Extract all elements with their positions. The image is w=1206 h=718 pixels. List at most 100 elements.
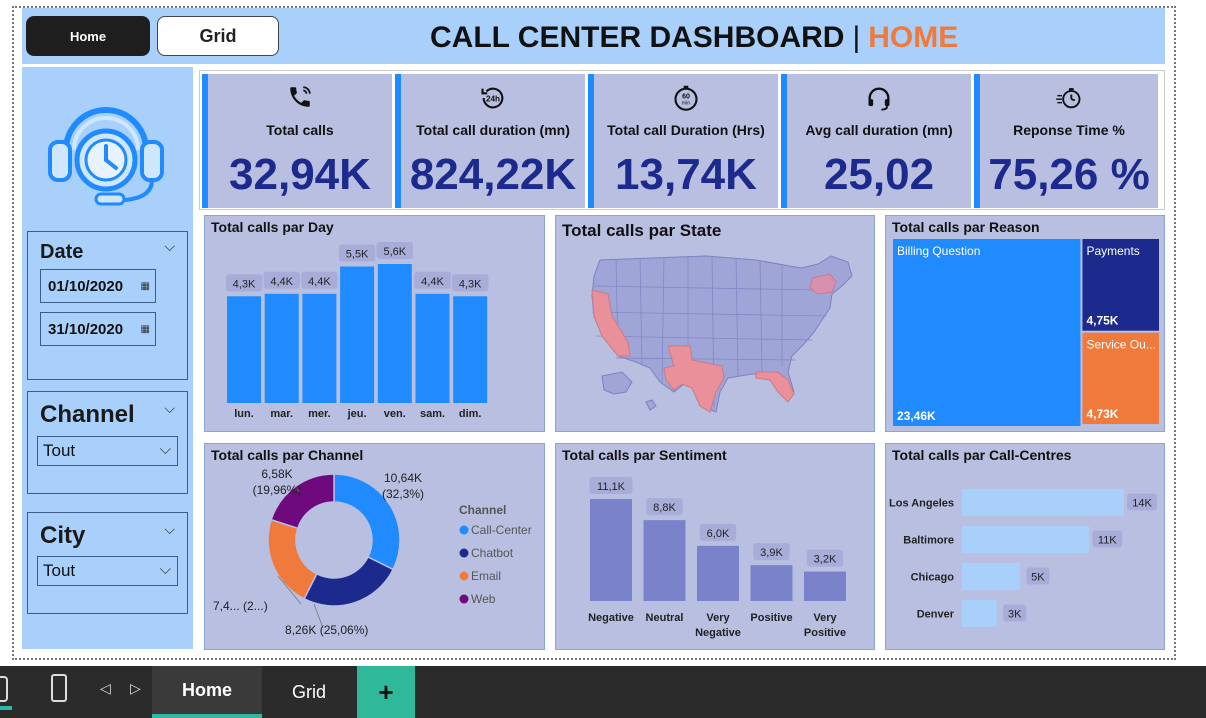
date-slicer: Date ⌵ 01/10/2020 ▦ 31/10/2020 ▦ [27, 231, 188, 380]
sentiment-tick-label: Very [706, 612, 730, 624]
donut-data-label: 6,58K [261, 467, 292, 481]
mobile-view-icon[interactable] [51, 674, 67, 702]
chevron-down-icon[interactable]: ⌵ [164, 400, 175, 417]
stopwatch-icon [980, 84, 1158, 118]
day-bar [340, 266, 375, 403]
tab-grid[interactable]: Grid [264, 666, 354, 718]
channel-dropdown-value: Tout [43, 441, 76, 460]
callcentre-tick-label: Denver [917, 609, 955, 621]
treemap-tile-name: Service Ou... [1086, 338, 1155, 352]
calls-by-channel-donut: 10,64K (32,3%) 8,26K (25,06%) 7,4... (2...)… [213, 467, 532, 637]
day-data-label: 5,6K [383, 246, 406, 258]
page-title: CALL CENTER DASHBOARD | HOME [430, 16, 958, 60]
headset-clock-logo-icon [44, 86, 169, 211]
legend-title: Channel [459, 503, 506, 517]
sentiment-data-label: 11,1K [597, 481, 626, 493]
sentiment-bar [643, 520, 686, 601]
chevron-right-icon[interactable]: ▷ [130, 680, 141, 697]
day-tick-label: ven. [384, 408, 406, 420]
donut-data-label: 8,26K (25,06%) [285, 623, 368, 637]
channel-dropdown[interactable]: Tout ⌵ [37, 436, 178, 466]
treemap-tile-value: 4,75K [1086, 314, 1118, 328]
city-slicer: City ⌵ Tout ⌵ [27, 512, 188, 614]
callcentre-tick-label: Baltimore [903, 535, 954, 547]
24h-clock-icon: 24h [401, 84, 585, 118]
treemap-tile [893, 239, 1081, 426]
callcentre-data-label: 5K [1031, 572, 1045, 584]
treemap-tile-name: Billing Question [897, 244, 980, 258]
day-tick-label: mar. [270, 408, 293, 420]
kpi-label: Total call duration (mn) [416, 122, 570, 138]
donut-data-label: 7,4... (2...) [213, 599, 268, 613]
chevron-left-icon[interactable]: ◁ [100, 680, 111, 697]
donut-data-label: (32,3%) [382, 487, 424, 501]
chevron-down-icon[interactable]: ⌵ [160, 561, 171, 578]
kpi-card-avg-call-duration[interactable]: Avg call duration (mn) 25,02 [781, 74, 971, 208]
sentiment-data-label: 6,0K [707, 528, 730, 540]
callcentre-data-label: 14K [1132, 498, 1152, 510]
calendar-icon[interactable]: ▦ [141, 324, 150, 335]
title-main: CALL CENTER DASHBOARD [430, 21, 845, 54]
desktop-view-icon[interactable] [0, 676, 8, 702]
add-page-button[interactable]: + [357, 666, 415, 718]
callcentre-bar [962, 489, 1124, 516]
channel-slicer: Channel ⌵ Tout ⌵ [27, 391, 188, 494]
donut-slice [303, 555, 395, 607]
day-tick-label: dim. [459, 408, 482, 420]
callcentre-data-label: 11K [1098, 535, 1117, 547]
callcentre-bar [962, 600, 997, 627]
legend-marker [459, 594, 469, 604]
legend-entry: Chatbot [471, 546, 514, 560]
kpi-card-total-call-duration-hrs[interactable]: 60 min Total call Duration (Hrs) 13,74K [588, 74, 778, 208]
sentiment-bar [697, 545, 739, 601]
svg-text:24h: 24h [486, 95, 500, 104]
chevron-down-icon[interactable]: ⌵ [160, 441, 171, 458]
legend-entry: Call-Center [471, 523, 532, 537]
channel-slicer-label: Channel [40, 401, 135, 428]
chevron-down-icon[interactable]: ⌵ [164, 521, 175, 538]
sentiment-tick-label: Negative [588, 612, 634, 624]
title-page: HOME [868, 21, 959, 54]
start-date-input[interactable]: 01/10/2020 ▦ [40, 269, 156, 303]
calls-by-sentiment-chart: 11,1K Negative 8,8K Neutral 6,0K Very Negative… [588, 477, 846, 639]
tab-home[interactable]: Home [152, 666, 262, 718]
calls-by-day-chart: 4,3K lun. 4,4K mar. 4,4K mer. 5,5K jeu. 5,6K ven.… [225, 242, 489, 420]
sentiment-bar [750, 565, 793, 601]
kpi-card-total-calls[interactable]: Total calls 32,94K [202, 74, 392, 208]
day-bar [264, 293, 299, 403]
calendar-icon[interactable]: ▦ [141, 281, 150, 292]
day-bar [453, 296, 488, 403]
kpi-card-total-call-duration-mn[interactable]: 24h Total call duration (mn) 824,22K [395, 74, 585, 208]
kpi-label: Avg call duration (mn) [805, 122, 953, 138]
chevron-down-icon[interactable]: ⌵ [164, 238, 175, 255]
day-data-label: 4,3K [233, 278, 256, 290]
end-date-value: 31/10/2020 [48, 320, 124, 338]
kpi-value: 824,22K [409, 150, 577, 199]
treemap-tile-value: 4,73K [1086, 407, 1118, 421]
us-state-map[interactable] [556, 216, 874, 431]
headset-icon [787, 84, 971, 118]
legend-marker [459, 525, 469, 535]
city-dropdown[interactable]: Tout ⌵ [37, 556, 178, 586]
state-alaska [601, 371, 633, 395]
callcentre-bar [962, 563, 1020, 590]
sentiment-tick-label: Very [813, 612, 837, 624]
day-tick-label: lun. [234, 408, 254, 420]
kpi-value: 25,02 [823, 150, 935, 199]
sentiment-tick-label: Negative [695, 627, 741, 639]
callcentre-tick-label: Los Angeles [889, 498, 954, 510]
donut-slice [267, 518, 318, 600]
kpi-card-response-time[interactable]: Reponse Time % 75,26 % [974, 74, 1158, 208]
calls-by-reason-treemap: Billing Question 23,46K Payments 4,75K Servi… [893, 239, 1159, 426]
home-nav-button[interactable]: Home [26, 16, 150, 56]
legend-entry: Email [471, 569, 501, 583]
calls-by-callcentre-chart: Los Angeles 14K Baltimore 11K Chicago 5K Denve… [889, 489, 1157, 627]
donut-data-label: 10,64K [384, 471, 422, 485]
end-date-input[interactable]: 31/10/2020 ▦ [40, 312, 156, 346]
callcentre-tick-label: Chicago [911, 572, 955, 584]
calls-by-sentiment-panel: Total calls par Sentiment 11,1K Negative 8… [555, 443, 875, 650]
grid-nav-button[interactable]: Grid [157, 16, 279, 56]
treemap-tile-name: Payments [1086, 244, 1139, 258]
day-data-label: 4,4K [308, 276, 331, 288]
state-hawaii [645, 399, 657, 411]
